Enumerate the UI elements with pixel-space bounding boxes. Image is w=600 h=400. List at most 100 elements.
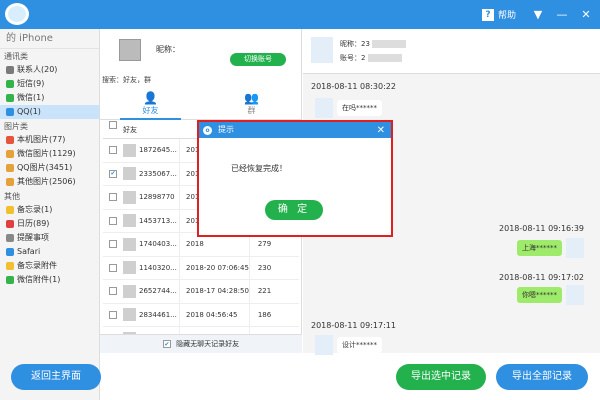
message-bubble: 设计****** bbox=[337, 337, 382, 353]
dialog-header: o 提示 ✕ bbox=[199, 122, 391, 138]
category-icon bbox=[6, 234, 14, 242]
chat-header: 昵称：23 账号：2 bbox=[303, 29, 600, 74]
title-bar-controls: ? 帮助 ▼ — ✕ bbox=[481, 0, 600, 29]
hide-empty-toggle[interactable]: ✔ 隐藏无聊天记录好友 bbox=[100, 334, 302, 353]
sidebar-item[interactable]: 微信(1) bbox=[0, 91, 99, 105]
search-label[interactable]: 搜索：好友，群 bbox=[102, 75, 151, 85]
category-icon bbox=[6, 178, 14, 186]
contact-count: 186 bbox=[249, 303, 279, 326]
contact-name: 2834461... bbox=[139, 310, 177, 319]
category-icon bbox=[6, 150, 14, 158]
sidebar-item[interactable]: 短信(9) bbox=[0, 77, 99, 91]
row-checkbox[interactable] bbox=[109, 216, 117, 225]
redacted-block bbox=[367, 54, 402, 62]
contact-count: 230 bbox=[249, 256, 279, 279]
sidebar-item[interactable]: 微信附件(1) bbox=[0, 273, 99, 287]
row-checkbox[interactable] bbox=[109, 240, 117, 249]
table-row[interactable]: 2834461... 2018 04:56:45 186 bbox=[103, 303, 299, 327]
contact-count: 221 bbox=[249, 280, 279, 303]
sidebar-item-label: Safari bbox=[17, 247, 41, 256]
sidebar-item-label: 其他图片(2506) bbox=[17, 177, 76, 186]
contact-avatar bbox=[123, 237, 136, 251]
hide-empty-checkbox[interactable]: ✔ bbox=[162, 340, 171, 348]
contact-avatar bbox=[123, 308, 136, 322]
sidebar-item-label: 备忘录(1) bbox=[17, 205, 53, 214]
row-checkbox[interactable] bbox=[109, 146, 117, 155]
sidebar-item[interactable]: 微信图片(1129) bbox=[0, 147, 99, 161]
prompt-dialog: o 提示 ✕ 已经恢复完成！ 确 定 bbox=[197, 120, 393, 237]
group-icon: 👥 bbox=[244, 91, 259, 105]
sidebar-item[interactable]: QQ(1) bbox=[0, 105, 99, 119]
chat-account: 账号：2 bbox=[340, 53, 402, 63]
select-all-checkbox[interactable] bbox=[109, 121, 117, 129]
device-name: 的 iPhone bbox=[0, 29, 99, 49]
switch-account-button[interactable]: 切换账号 bbox=[230, 53, 286, 66]
info-icon: o bbox=[203, 125, 212, 135]
sidebar-item[interactable]: QQ图片(3451) bbox=[0, 161, 99, 175]
sidebar-item-label: 微信图片(1129) bbox=[17, 149, 76, 158]
contact-tabs: 👤 好友 👥 群 bbox=[100, 86, 302, 120]
category-icon bbox=[6, 206, 14, 214]
hide-empty-label: 隐藏无聊天记录好友 bbox=[176, 340, 240, 348]
contact-name: 1740403... bbox=[139, 240, 177, 249]
redacted-block bbox=[372, 40, 407, 48]
category-icon bbox=[6, 136, 14, 144]
friend-icon: 👤 bbox=[143, 91, 158, 105]
dialog-message: 已经恢复完成！ bbox=[231, 164, 287, 173]
contact-name: 2652744... bbox=[139, 287, 177, 296]
export-selected-button[interactable]: 导出选中记录 bbox=[396, 364, 486, 390]
message-time: 2018-08-11 09:16:39 bbox=[499, 224, 584, 233]
minimize-icon[interactable]: — bbox=[552, 0, 572, 29]
table-row[interactable]: 2652744... 2018-17 04:28:50 221 bbox=[103, 280, 299, 304]
contact-name: 1140320... bbox=[139, 263, 177, 272]
message-time: 2018-08-11 09:17:02 bbox=[499, 273, 584, 282]
contact-avatar bbox=[123, 284, 136, 298]
sidebar-item[interactable]: 本机图片(77) bbox=[0, 133, 99, 147]
sidebar-item[interactable]: 备忘录(1) bbox=[0, 203, 99, 217]
menu-dropdown-icon[interactable]: ▼ bbox=[528, 0, 548, 29]
chat-nickname-text: 昵称：23 bbox=[340, 40, 370, 48]
category-icon bbox=[6, 66, 14, 74]
export-all-button[interactable]: 导出全部记录 bbox=[496, 364, 588, 390]
sidebar-item-label: QQ图片(3451) bbox=[17, 163, 73, 172]
table-row[interactable]: 1140320... 2018-20 07:06:45 230 bbox=[103, 256, 299, 280]
message-bubble: 上海****** bbox=[517, 240, 562, 256]
sidebar-item[interactable]: 其他图片(2506) bbox=[0, 175, 99, 189]
back-home-button[interactable]: 返回主界面 bbox=[11, 364, 101, 390]
dialog-close-icon[interactable]: ✕ bbox=[377, 123, 385, 139]
message-bubble: 在吗****** bbox=[337, 100, 382, 116]
chat-avatar bbox=[311, 37, 333, 63]
sidebar-item-label: 短信(9) bbox=[17, 79, 45, 88]
sidebar-item[interactable]: Safari bbox=[0, 245, 99, 259]
sidebar-item[interactable]: 联系人(20) bbox=[0, 63, 99, 77]
contact-time: 2018-20 07:06:45 bbox=[179, 256, 249, 279]
sidebar: 的 iPhone 通讯类联系人(20) 短信(9) 微信(1) QQ(1) 图片类本机图… bbox=[0, 29, 100, 400]
sidebar-item-label: 备忘录附件 bbox=[17, 261, 57, 270]
category-icon bbox=[6, 220, 14, 228]
sidebar-section-title: 图片类 bbox=[4, 122, 28, 131]
tab-friends[interactable]: 👤 好友 bbox=[100, 86, 201, 120]
row-checkbox[interactable]: ✔ bbox=[109, 169, 117, 178]
sidebar-item-label: QQ(1) bbox=[17, 107, 41, 116]
dialog-ok-button[interactable]: 确 定 bbox=[265, 200, 323, 220]
dialog-title: 提示 bbox=[218, 125, 234, 134]
sidebar-item[interactable]: 备忘录附件 bbox=[0, 259, 99, 273]
tab-groups[interactable]: 👥 群 bbox=[201, 86, 302, 119]
chat-nickname: 昵称：23 bbox=[340, 39, 407, 49]
row-checkbox[interactable] bbox=[109, 310, 117, 319]
row-checkbox[interactable] bbox=[109, 263, 117, 272]
row-checkbox[interactable] bbox=[109, 287, 117, 296]
app-logo-icon bbox=[5, 3, 29, 25]
close-window-icon[interactable]: ✕ bbox=[576, 0, 596, 29]
sidebar-section-title: 通讯类 bbox=[4, 52, 28, 61]
category-icon bbox=[6, 80, 14, 88]
column-friend: 好友 bbox=[123, 126, 137, 134]
sidebar-item[interactable]: 提醒事项 bbox=[0, 231, 99, 245]
help-link[interactable]: 帮助 bbox=[498, 8, 516, 21]
sidebar-item-label: 提醒事项 bbox=[17, 233, 49, 242]
nickname-label: 昵称： bbox=[156, 45, 180, 54]
row-checkbox[interactable] bbox=[109, 193, 117, 202]
sidebar-item[interactable]: 日历(89) bbox=[0, 217, 99, 231]
help-icon[interactable]: ? bbox=[481, 8, 494, 21]
category-icon bbox=[6, 94, 14, 102]
